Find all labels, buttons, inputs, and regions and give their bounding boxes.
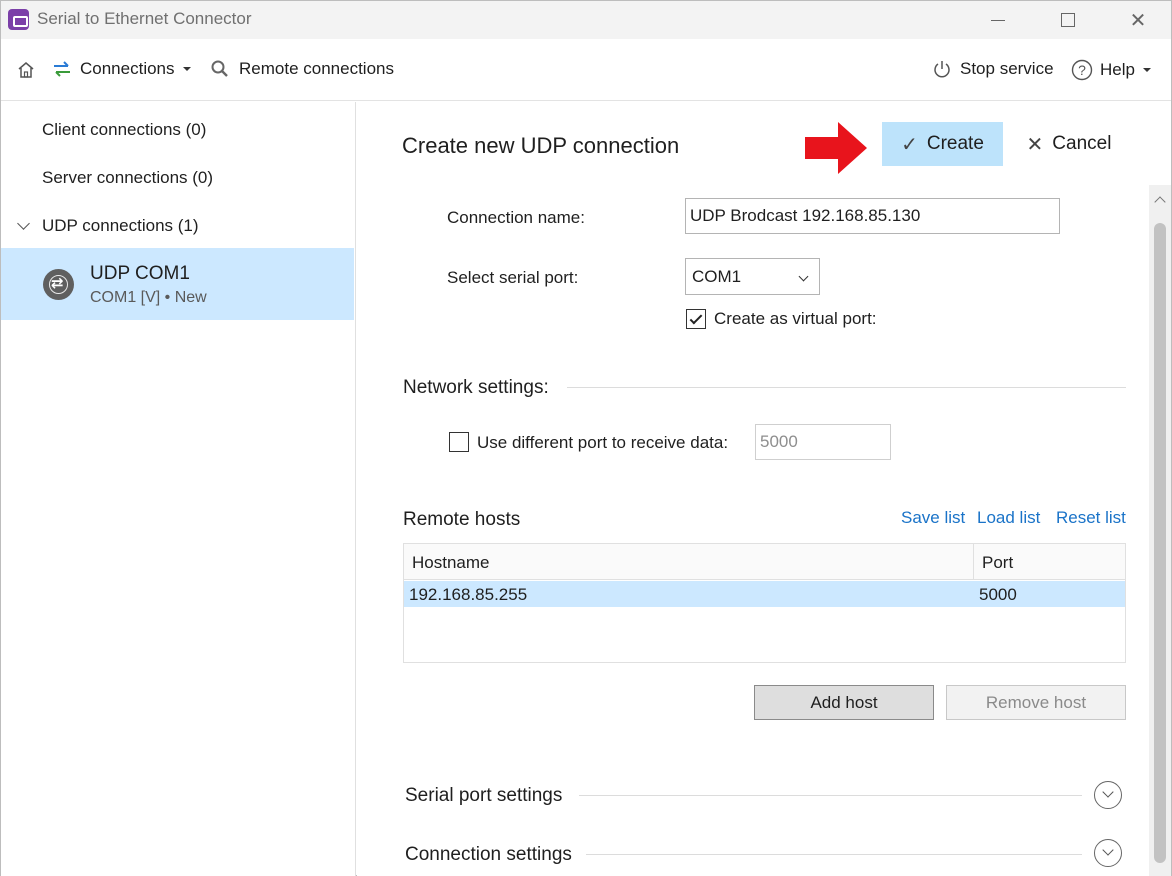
minimize-button[interactable]: [975, 1, 1021, 39]
help-icon: ?: [1071, 59, 1093, 81]
table-row[interactable]: 192.168.85.255 5000: [404, 581, 1125, 607]
remote-hosts-table: Hostname Port 192.168.85.255 5000: [403, 543, 1126, 663]
chevron-down-icon: [17, 217, 30, 230]
help-menu[interactable]: ? Help: [1071, 59, 1151, 81]
sidebar-item-server-connections[interactable]: Server connections (0): [42, 168, 213, 188]
window-title: Serial to Ethernet Connector: [37, 9, 252, 28]
load-list-link[interactable]: Load list: [977, 508, 1040, 528]
connection-subtitle: COM1 [V] • New: [90, 289, 207, 306]
sidebar-item-label: UDP connections (1): [42, 216, 199, 235]
chevron-down-icon: [1142, 68, 1151, 72]
chevron-down-icon: [1102, 786, 1114, 798]
remove-host-button[interactable]: Remove host: [946, 685, 1126, 720]
virtual-port-label: Create as virtual port:: [714, 309, 877, 328]
maximize-button[interactable]: [1045, 1, 1091, 39]
annotation-arrow-icon: [805, 122, 867, 174]
hostname-cell: 192.168.85.255: [409, 585, 528, 604]
column-header-port[interactable]: Port: [974, 544, 1125, 580]
chevron-down-icon: [1102, 844, 1114, 856]
receive-port-field[interactable]: 5000: [755, 424, 891, 460]
sidebar-item-udp-com1[interactable]: ⇄ UDP COM1 COM1 [V] • New: [1, 248, 354, 320]
svg-text:?: ?: [1078, 62, 1086, 78]
sidebar-item-udp-connections[interactable]: UDP connections (1): [1, 214, 356, 242]
diff-port-checkbox[interactable]: [449, 432, 469, 452]
stop-service-button[interactable]: Stop service: [932, 59, 1054, 79]
minimize-icon: [991, 19, 1005, 21]
connection-title: UDP COM1: [90, 263, 190, 284]
connections-menu[interactable]: Connections: [52, 59, 191, 79]
scrollbar-thumb[interactable]: [1154, 223, 1166, 863]
home-button[interactable]: [16, 60, 36, 80]
diff-port-label: Use different port to receive data:: [477, 433, 729, 452]
toolbar: Connections Remote connections Stop serv…: [1, 39, 1171, 101]
connection-name-field[interactable]: UDP Brodcast 192.168.85.130: [685, 198, 1060, 234]
remote-hosts-title: Remote hosts: [403, 509, 521, 530]
close-icon: ✕: [1129, 9, 1147, 32]
expand-serial-settings-button[interactable]: [1094, 781, 1122, 809]
connections-icon: [54, 61, 70, 77]
virtual-port-checkbox[interactable]: [686, 309, 706, 329]
save-list-link[interactable]: Save list: [901, 508, 965, 528]
connections-label: Connections: [80, 59, 175, 78]
remote-connections-label: Remote connections: [239, 59, 394, 78]
chevron-down-icon: [798, 271, 809, 282]
maximize-icon: [1061, 13, 1075, 27]
create-label: Create: [926, 133, 984, 154]
column-header-hostname[interactable]: Hostname: [404, 544, 974, 580]
sidebar-item-client-connections[interactable]: Client connections (0): [42, 120, 206, 140]
main-panel: Create new UDP connection ✓ Create ✕ Can…: [357, 102, 1171, 876]
connection-name-label: Connection name:: [447, 208, 585, 227]
chevron-down-icon: [182, 67, 191, 71]
title-bar: Serial to Ethernet Connector ✕: [1, 1, 1171, 39]
divider: [579, 795, 1082, 796]
power-icon: [934, 61, 950, 78]
reset-list-link[interactable]: Reset list: [1056, 508, 1126, 528]
divider: [567, 387, 1126, 388]
network-settings-title: Network settings:: [403, 377, 549, 398]
cancel-button[interactable]: ✕ Cancel: [1019, 122, 1119, 166]
globe-icon: ⇄: [43, 269, 74, 300]
page-title: Create new UDP connection: [402, 133, 680, 158]
sidebar: Client connections (0) Server connection…: [1, 102, 356, 876]
search-icon: [211, 60, 228, 77]
serial-port-select[interactable]: COM1: [685, 258, 820, 295]
close-icon: ✕: [1026, 133, 1044, 156]
port-cell: 5000: [979, 585, 1017, 604]
chevron-up-icon[interactable]: [1154, 196, 1166, 208]
add-host-button[interactable]: Add host: [754, 685, 934, 720]
help-label: Help: [1100, 60, 1135, 79]
expand-connection-settings-button[interactable]: [1094, 839, 1122, 867]
check-icon: [689, 311, 703, 324]
remote-connections-button[interactable]: Remote connections: [210, 59, 394, 79]
app-icon: [8, 9, 29, 30]
connection-settings-title[interactable]: Connection settings: [405, 844, 572, 866]
divider: [586, 854, 1082, 855]
close-window-button[interactable]: ✕: [1115, 1, 1161, 39]
serial-port-settings-title[interactable]: Serial port settings: [405, 785, 562, 807]
serial-port-value: COM1: [692, 267, 742, 286]
scrollbar[interactable]: [1149, 185, 1171, 876]
stop-service-label: Stop service: [960, 59, 1054, 78]
check-icon: ✓: [901, 133, 918, 156]
serial-port-label: Select serial port:: [447, 268, 579, 287]
cancel-label: Cancel: [1052, 133, 1112, 154]
create-button[interactable]: ✓ Create: [882, 122, 1003, 166]
app-window: Serial to Ethernet Connector ✕ Connectio…: [0, 0, 1172, 876]
home-icon: [18, 62, 34, 78]
